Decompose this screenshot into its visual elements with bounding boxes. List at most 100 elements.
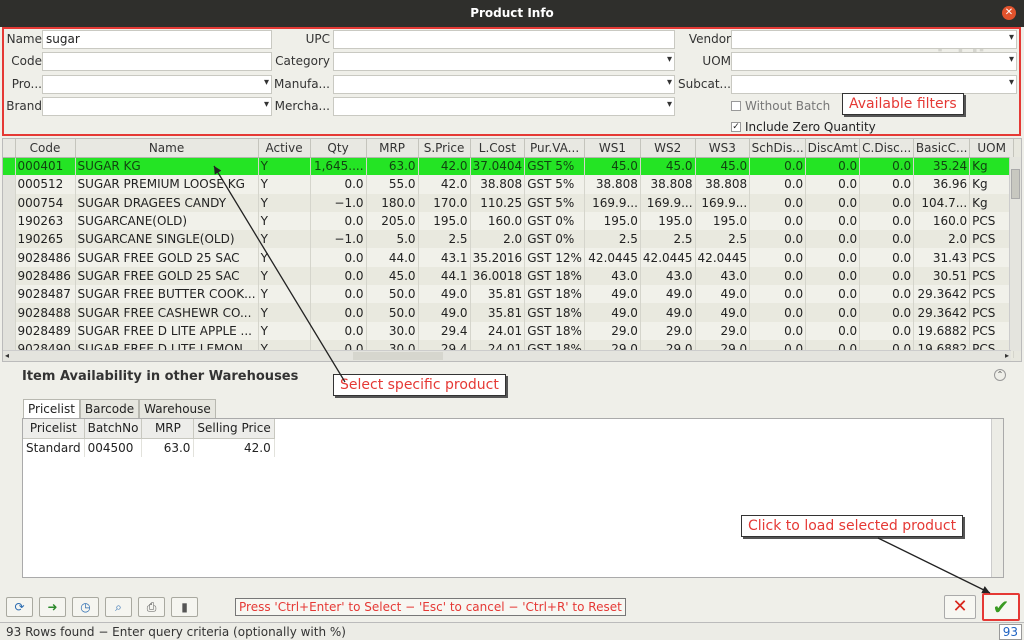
uom-select[interactable]	[731, 52, 1017, 71]
column-header[interactable]: Qty	[310, 139, 367, 158]
column-header[interactable]: Name	[75, 139, 259, 158]
column-header[interactable]: S.Price	[418, 139, 471, 158]
tab-barcode[interactable]: Barcode	[79, 399, 140, 418]
refresh-icon[interactable]: ⟳	[6, 597, 33, 617]
row-header[interactable]	[3, 285, 16, 304]
table-cell: 170.0	[418, 193, 471, 212]
table-row[interactable]: 9028487 SUGAR FREE BUTTER COOK... Y 0.0 50.0…	[3, 285, 1015, 304]
column-header[interactable]: BasicC...	[913, 139, 971, 158]
row-header[interactable]	[3, 175, 16, 194]
table-cell: 0.0	[805, 266, 861, 286]
column-header[interactable]: UOM	[969, 139, 1015, 158]
zoom-icon[interactable]: ⌕	[105, 597, 132, 617]
column-header[interactable]: WS3	[695, 139, 751, 158]
table-cell: 0.0	[805, 285, 861, 304]
include-zero-checkbox[interactable]: ✓ Include Zero Quantity	[731, 120, 876, 134]
column-header[interactable]: MRP	[366, 139, 419, 158]
code-field[interactable]	[42, 52, 272, 71]
close-icon[interactable]: ✕	[1002, 6, 1016, 20]
window-titlebar: Product Info ✕	[0, 0, 1024, 27]
results-vertical-scrollbar[interactable]	[1009, 157, 1021, 351]
column-header[interactable]: Selling Price	[193, 419, 275, 439]
row-header[interactable]	[3, 303, 16, 322]
column-header[interactable]: C.Disc...	[859, 139, 915, 158]
table-row[interactable]: 9028489 SUGAR FREE D LITE APPLE ... Y 0.0 30…	[3, 321, 1015, 340]
column-header[interactable]: Active	[258, 139, 311, 158]
scroll-thumb[interactable]	[353, 352, 443, 360]
row-header[interactable]	[3, 193, 16, 212]
table-row[interactable]: 9028488 SUGAR FREE CASHEWR CO... Y 0.0 50.0 4…	[3, 303, 1015, 322]
scroll-left-icon[interactable]: ◂	[5, 351, 9, 360]
table-cell: PCS	[969, 211, 1015, 231]
history-icon[interactable]: ◷	[72, 597, 99, 617]
table-cell: SUGARCANE SINGLE(OLD)	[75, 230, 259, 249]
table-cell: 38.808	[695, 175, 751, 194]
merchandise-select[interactable]	[333, 97, 675, 116]
print-icon[interactable]: ⎙	[138, 597, 165, 617]
table-cell: 0.0	[749, 193, 807, 212]
cancel-button[interactable]: ✕	[944, 595, 976, 619]
availability-scrollbar[interactable]	[991, 419, 1003, 577]
table-cell: 195.0	[418, 211, 471, 231]
ok-icon: ✔	[992, 595, 1010, 619]
column-header[interactable]: Code	[15, 139, 76, 158]
table-cell: 000512	[15, 175, 76, 194]
column-header[interactable]: DiscAmt	[805, 139, 861, 158]
row-header[interactable]	[3, 211, 16, 231]
upc-field[interactable]	[333, 30, 675, 49]
table-row[interactable]: 190265 SUGARCANE SINGLE(OLD) Y −1.0 5.0 2.5 2.…	[3, 230, 1015, 249]
table-cell: 37.0404	[470, 157, 526, 176]
upc-label: UPC	[305, 32, 330, 46]
scroll-right-icon[interactable]: ▸	[1005, 351, 1009, 360]
table-row[interactable]: 9028486 SUGAR FREE GOLD 25 SAC Y 0.0 45.0 44.…	[3, 266, 1015, 286]
table-row-selected[interactable]: 000401 SUGAR KG Y 1,645.... 63.0 42.0 37.0404 G…	[3, 157, 1015, 176]
column-header[interactable]: WS1	[584, 139, 641, 158]
table-row[interactable]: 000754 SUGAR DRAGEES CANDY Y −1.0 180.0 170.0…	[3, 193, 1015, 212]
column-header[interactable]: WS2	[640, 139, 696, 158]
column-header[interactable]: BatchNo	[84, 419, 143, 439]
vendor-select[interactable]	[731, 30, 1017, 49]
column-header[interactable]: Pricelist	[23, 419, 85, 439]
table-cell: 2.0	[913, 230, 971, 249]
table-cell: GST 0%	[524, 230, 585, 249]
next-icon[interactable]: ➜	[39, 597, 66, 617]
row-header[interactable]	[3, 248, 16, 267]
ok-button[interactable]: ✔	[982, 593, 1020, 621]
table-cell: 42.0445	[695, 248, 751, 267]
table-row[interactable]: Standard 004500 63.0 42.0	[23, 438, 275, 457]
table-cell: 0.0	[749, 303, 807, 322]
tab-pricelist[interactable]: Pricelist	[23, 399, 80, 418]
table-cell: −1.0	[310, 193, 367, 212]
table-cell: 0.0	[310, 211, 367, 231]
table-cell: GST 5%	[524, 193, 585, 212]
column-header[interactable]: MRP	[141, 419, 195, 439]
tab-warehouse[interactable]: Warehouse	[139, 399, 216, 418]
row-header[interactable]	[3, 157, 16, 176]
table-cell: 42.0	[418, 157, 471, 176]
subcategory-select[interactable]	[731, 75, 1017, 94]
row-header[interactable]	[3, 230, 16, 249]
table-cell: 0.0	[859, 285, 915, 304]
table-row[interactable]: 000512 SUGAR PREMIUM LOOSE KG Y 0.0 55.0 42.0…	[3, 175, 1015, 194]
column-header[interactable]: L.Cost	[470, 139, 526, 158]
name-field[interactable]: sugar	[42, 30, 272, 49]
scroll-thumb[interactable]	[1011, 169, 1020, 199]
without-batch-checkbox[interactable]: Without Batch	[731, 99, 830, 113]
row-header[interactable]	[3, 321, 16, 340]
collapse-icon[interactable]: ⌃	[994, 369, 1006, 381]
results-horizontal-scrollbar[interactable]: ◂ ▸	[3, 350, 1011, 361]
table-row[interactable]: 190263 SUGARCANE(OLD) Y 0.0 205.0 195.0 160.0 G…	[3, 211, 1015, 231]
category-select[interactable]	[333, 52, 675, 71]
column-header[interactable]: SchDis...	[749, 139, 807, 158]
table-cell: 0.0	[805, 321, 861, 340]
column-header[interactable]: Pur.VA...	[524, 139, 585, 158]
table-cell: 42.0	[418, 175, 471, 194]
delete-icon[interactable]: ▮	[171, 597, 198, 617]
table-cell: 45.0	[695, 157, 751, 176]
pro-select[interactable]	[42, 75, 272, 94]
table-row[interactable]: 9028486 SUGAR FREE GOLD 25 SAC Y 0.0 44.0 43.…	[3, 248, 1015, 267]
row-header[interactable]	[3, 266, 16, 286]
brand-select[interactable]	[42, 97, 272, 116]
manufacturer-select[interactable]	[333, 75, 675, 94]
category-label: Category	[275, 54, 330, 68]
